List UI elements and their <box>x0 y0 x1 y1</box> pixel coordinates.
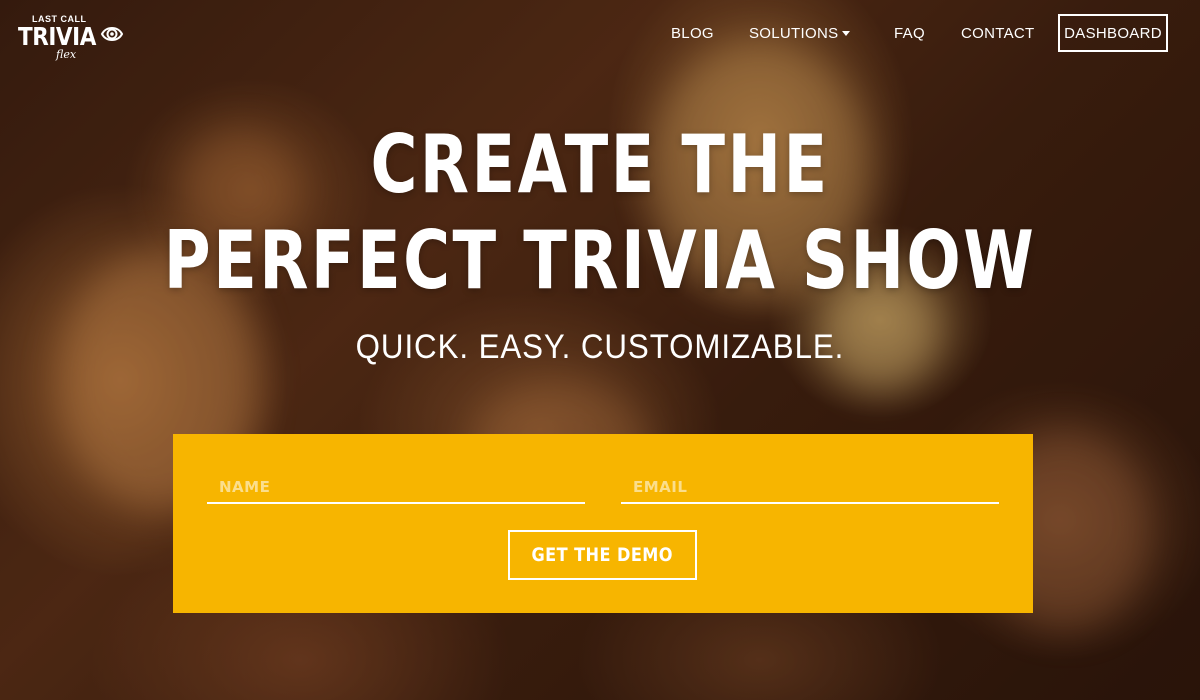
demo-request-form: GET THE DEMO <box>173 434 1033 613</box>
hero-subtitle: QUICK. EASY. CUSTOMIZABLE. <box>355 328 845 366</box>
site-header: LAST CALL TRIVIA flex BLOG SOLUTIONS FAQ… <box>0 0 1200 72</box>
nav-blog-link[interactable]: BLOG <box>671 25 714 42</box>
hero-title: CREATE THE PERFECT TRIVIA SHOW <box>0 117 1200 309</box>
get-the-demo-label: GET THE DEMO <box>531 544 674 566</box>
main-nav: BLOG SOLUTIONS FAQ CONTACT DASHBOARD <box>0 0 1200 72</box>
email-input[interactable] <box>621 472 999 504</box>
get-the-demo-button[interactable]: GET THE DEMO <box>508 530 697 580</box>
caret-down-icon[interactable] <box>842 31 850 36</box>
dashboard-button[interactable]: DASHBOARD <box>1058 14 1168 52</box>
nav-contact-link[interactable]: CONTACT <box>961 25 1034 42</box>
hero-title-line-1: CREATE THE <box>370 118 830 211</box>
nav-faq-link[interactable]: FAQ <box>894 25 925 42</box>
nav-solutions-link[interactable]: SOLUTIONS <box>749 25 838 42</box>
hero-title-line-2: PERFECT TRIVIA SHOW <box>163 214 1037 307</box>
name-input[interactable] <box>207 472 585 504</box>
